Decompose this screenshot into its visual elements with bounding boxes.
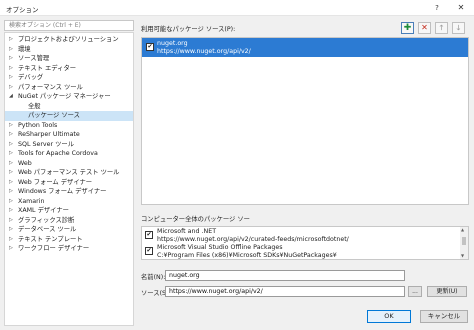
source-input[interactable]: [166, 287, 404, 296]
source-url: https://www.nuget.org/api/v2/: [157, 48, 251, 55]
tree-item[interactable]: ▷ XAML デザイナー: [5, 206, 133, 216]
chevron-right-icon[interactable]: ▷: [9, 168, 13, 178]
chevron-right-icon[interactable]: ▷: [9, 216, 13, 226]
list-item[interactable]: ✔ Microsoft and .NET https://www.nuget.o…: [142, 227, 460, 243]
machine-sources-list: ✔ Microsoft and .NET https://www.nuget.o…: [141, 226, 469, 260]
close-icon[interactable]: ✕: [455, 2, 467, 14]
tree-item-general[interactable]: 全般: [5, 102, 133, 112]
vertical-scrollbar[interactable]: ▲ ▼: [460, 227, 468, 259]
source-url: C:¥Program Files (x86)¥Microsoft SDKs¥Nu…: [157, 252, 337, 259]
help-icon[interactable]: ?: [431, 2, 443, 14]
chevron-right-icon[interactable]: ▷: [9, 130, 13, 140]
title-bar: オプション ? ✕: [0, 0, 474, 16]
move-up-button[interactable]: 🡑: [435, 22, 448, 34]
machine-sources-label: コンピューター全体のパッケージ ソー: [141, 216, 250, 223]
tree-item[interactable]: ▷ 環境: [5, 45, 133, 55]
tree-item[interactable]: ▷ テキスト エディター: [5, 64, 133, 74]
tree-item[interactable]: ▷ Web: [5, 159, 133, 169]
chevron-right-icon[interactable]: ▷: [9, 83, 13, 93]
chevron-right-icon[interactable]: ▷: [9, 140, 13, 150]
ok-button[interactable]: OK: [367, 310, 411, 323]
list-item[interactable]: ✔ nuget.org https://www.nuget.org/api/v2…: [142, 38, 468, 57]
chevron-right-icon[interactable]: ▷: [9, 235, 13, 245]
chevron-right-icon[interactable]: ▷: [9, 73, 13, 83]
add-source-button[interactable]: ✚: [401, 22, 414, 34]
search-box[interactable]: [4, 20, 134, 31]
chevron-right-icon[interactable]: ▷: [9, 187, 13, 197]
tree-item-nuget[interactable]: ◢ NuGet パッケージ マネージャー: [5, 92, 133, 102]
available-sources-list: ✔ nuget.org https://www.nuget.org/api/v2…: [141, 37, 469, 205]
tree-item[interactable]: ▷ Web フォーム デザイナー: [5, 178, 133, 188]
tree-item[interactable]: ▷ Windows フォーム デザイナー: [5, 187, 133, 197]
name-input[interactable]: [166, 271, 404, 280]
tree-item[interactable]: ▷ Xamarin: [5, 197, 133, 207]
tree-item[interactable]: ▷ ソース管理: [5, 54, 133, 64]
tree-item-package-sources[interactable]: パッケージ ソース: [5, 111, 133, 121]
chevron-right-icon[interactable]: ▷: [9, 149, 13, 159]
tree-item[interactable]: ▷ プロジェクトおよびソリューション: [5, 35, 133, 45]
move-down-button[interactable]: 🡓: [452, 22, 465, 34]
source-checkbox[interactable]: ✔: [145, 231, 153, 239]
tree-item[interactable]: ▷ テキスト テンプレート: [5, 235, 133, 245]
options-tree: ▷ プロジェクトおよびソリューション ▷ 環境 ▷ ソース管理 ▷ テキスト エディター…: [4, 32, 134, 326]
tree-item[interactable]: ▷ Tools for Apache Cordova: [5, 149, 133, 159]
chevron-right-icon[interactable]: ▷: [9, 206, 13, 216]
chevron-right-icon[interactable]: ▷: [9, 121, 13, 131]
chevron-right-icon[interactable]: ▷: [9, 35, 13, 45]
cancel-button[interactable]: キャンセル: [420, 310, 468, 323]
list-item[interactable]: ✔ Microsoft Visual Studio Offline Packag…: [142, 243, 460, 259]
source-name: nuget.org: [157, 40, 188, 47]
scroll-down-icon[interactable]: ▼: [461, 253, 464, 258]
source-field[interactable]: [165, 286, 405, 297]
tree-item[interactable]: ▷ Python Tools: [5, 121, 133, 131]
chevron-down-icon[interactable]: ◢: [9, 92, 13, 102]
search-input[interactable]: [5, 21, 133, 30]
tree-item[interactable]: ▷ グラフィックス診断: [5, 216, 133, 226]
tree-item[interactable]: ▷ ワークフロー デザイナー: [5, 244, 133, 254]
tree-item[interactable]: ▷ SQL Server ツール: [5, 140, 133, 150]
browse-button[interactable]: ...: [408, 286, 422, 297]
name-field[interactable]: [165, 270, 405, 281]
window-title: オプション: [6, 6, 39, 14]
tree-item[interactable]: ▷ データベース ツール: [5, 225, 133, 235]
tree-item[interactable]: ▷ デバッグ: [5, 73, 133, 83]
name-label: 名前(N):: [141, 274, 166, 281]
chevron-right-icon[interactable]: ▷: [9, 64, 13, 74]
chevron-right-icon[interactable]: ▷: [9, 54, 13, 64]
chevron-right-icon[interactable]: ▷: [9, 159, 13, 169]
source-name: Microsoft Visual Studio Offline Packages: [157, 244, 283, 251]
chevron-right-icon[interactable]: ▷: [9, 45, 13, 55]
scroll-thumb[interactable]: [462, 237, 466, 245]
source-checkbox[interactable]: ✔: [146, 43, 154, 51]
source-url: https://www.nuget.org/api/v2/curated-fee…: [157, 236, 349, 243]
chevron-right-icon[interactable]: ▷: [9, 197, 13, 207]
source-checkbox[interactable]: ✔: [145, 247, 153, 255]
chevron-right-icon[interactable]: ▷: [9, 225, 13, 235]
update-button[interactable]: 更新(U): [427, 286, 467, 297]
tree-item[interactable]: ▷ Web パフォーマンス テスト ツール: [5, 168, 133, 178]
source-name: Microsoft and .NET: [157, 228, 217, 235]
tree-item[interactable]: ▷ ReSharper Ultimate: [5, 130, 133, 140]
remove-source-button[interactable]: ✕: [418, 22, 431, 34]
available-sources-label: 利用可能なパッケージ ソース(P):: [141, 26, 236, 33]
chevron-right-icon[interactable]: ▷: [9, 244, 13, 254]
chevron-right-icon[interactable]: ▷: [9, 178, 13, 188]
scroll-up-icon[interactable]: ▲: [461, 227, 464, 232]
tree-item[interactable]: ▷ パフォーマンス ツール: [5, 83, 133, 93]
